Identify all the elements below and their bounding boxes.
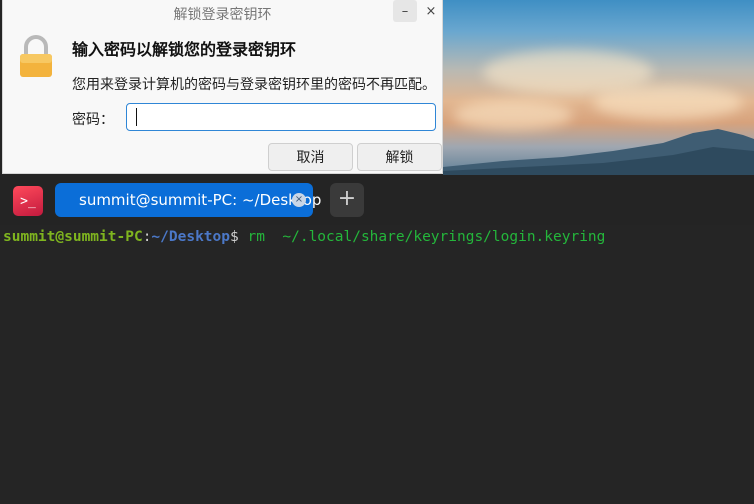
text-caret <box>136 108 137 126</box>
dialog-heading: 输入密码以解锁您的登录密钥环 <box>72 40 297 59</box>
prompt-path: ~/Desktop <box>151 229 230 245</box>
terminal-tabbar: >_ summit@summit-PC: ~/Desktop × + <box>0 175 754 225</box>
cancel-button[interactable]: 取消 <box>268 143 353 171</box>
lock-icon <box>20 35 52 77</box>
dialog-titlebar[interactable]: 解锁登录密钥环 – × <box>3 0 442 25</box>
terminal-tab-active[interactable]: summit@summit-PC: ~/Desktop × <box>55 183 321 217</box>
tab-label: summit@summit-PC: ~/Desktop <box>79 191 322 209</box>
terminal-command-line[interactable]: summit@summit-PC:~/Desktop$ rm ~/.local/… <box>3 229 605 245</box>
dialog-title: 解锁登录密钥环 <box>173 7 272 23</box>
prompt-symbol: $ <box>230 229 248 245</box>
unlock-button[interactable]: 解锁 <box>357 143 442 171</box>
prompt-user: summit@summit-PC <box>3 229 143 245</box>
new-tab-button[interactable]: + <box>330 183 364 217</box>
minimize-button[interactable]: – <box>393 0 417 22</box>
terminal-app-icon[interactable]: >_ <box>13 186 43 216</box>
password-label: 密码： <box>72 112 114 128</box>
close-button[interactable]: × <box>419 0 443 22</box>
keyring-unlock-dialog: 解锁登录密钥环 – × 输入密码以解锁您的登录密钥环 您用来登录计算机的密码与登… <box>2 0 443 174</box>
mountain-silhouette <box>443 129 754 175</box>
password-input[interactable] <box>126 103 436 131</box>
desktop: 解锁登录密钥环 – × 输入密码以解锁您的登录密钥环 您用来登录计算机的密码与登… <box>0 0 754 504</box>
dialog-description: 您用来登录计算机的密码与登录密钥环里的密码不再匹配。 <box>72 77 436 93</box>
tab-close-icon[interactable]: × <box>292 193 306 207</box>
terminal-command: rm ~/.local/share/keyrings/login.keyring <box>247 229 606 245</box>
desktop-wallpaper <box>443 0 754 175</box>
terminal-window: >_ summit@summit-PC: ~/Desktop × + summi… <box>0 175 754 504</box>
